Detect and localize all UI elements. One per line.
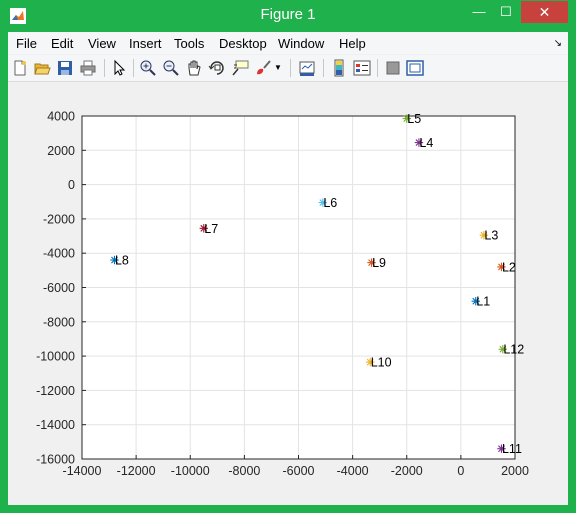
link-plot-icon[interactable] (298, 59, 316, 77)
save-icon[interactable] (56, 59, 74, 77)
y-tick-label: 4000 (47, 110, 75, 124)
figure-toolbar: ▼ (8, 55, 568, 82)
x-tick-label: 0 (457, 464, 464, 478)
hide-plot-tools-icon[interactable] (384, 59, 402, 77)
point-label-l7: L7 (204, 222, 218, 236)
x-tick-label: -2000 (391, 464, 423, 478)
point-label-l3: L3 (484, 229, 498, 243)
brush-dropdown-icon[interactable]: ▼ (274, 59, 284, 77)
pointer-icon[interactable] (110, 59, 128, 77)
close-button[interactable]: ✕ (521, 1, 568, 23)
x-tick-label: -6000 (283, 464, 315, 478)
brush-icon[interactable] (254, 59, 272, 77)
y-tick-label: 2000 (47, 144, 75, 158)
point-label-l9: L9 (372, 256, 386, 270)
minimize-button[interactable]: — (466, 1, 492, 23)
x-tick-label: -8000 (228, 464, 260, 478)
print-icon[interactable] (79, 59, 97, 77)
menu-file[interactable]: File (16, 36, 37, 51)
scatter-plot[interactable]: -14000 -12000 -10000 -8000 -6000 -4000 -2000 0 2… (8, 82, 568, 505)
menu-help[interactable]: Help (339, 36, 366, 51)
figure-client-area: File Edit View Insert Tools Desktop Wind… (8, 32, 568, 505)
dock-arrow-icon[interactable]: ↘ (554, 38, 562, 49)
point-label-l1: L1 (476, 295, 490, 309)
maximize-button[interactable]: ☐ (493, 1, 519, 23)
legend-icon[interactable] (353, 59, 371, 77)
open-file-icon[interactable] (33, 59, 51, 77)
data-cursor-icon[interactable] (231, 59, 249, 77)
title-bar[interactable]: Figure 1 — ☐ ✕ (0, 0, 576, 32)
y-tick-label: -12000 (36, 384, 75, 398)
toolbar-separator (290, 59, 291, 77)
y-tick-label: 0 (68, 178, 75, 192)
y-tick-label: -8000 (43, 315, 75, 329)
y-tick-label: -6000 (43, 281, 75, 295)
y-tick-label: -14000 (36, 418, 75, 432)
x-tick-label: -10000 (171, 464, 210, 478)
menu-desktop[interactable]: Desktop (219, 36, 267, 51)
rotate-3d-icon[interactable] (208, 59, 226, 77)
point-label-l6: L6 (323, 196, 337, 210)
x-tick-label: -12000 (117, 464, 156, 478)
y-axis: 4000 2000 0 -2000 -4000 -6000 -8000 -10000 -1200… (36, 110, 86, 467)
menu-tools[interactable]: Tools (174, 36, 204, 51)
colorbar-icon[interactable] (330, 59, 348, 77)
menu-insert[interactable]: Insert (129, 36, 162, 51)
zoom-out-icon[interactable] (162, 59, 180, 77)
menu-bar: File Edit View Insert Tools Desktop Wind… (8, 32, 568, 54)
menu-view[interactable]: View (88, 36, 116, 51)
y-tick-label: -4000 (43, 247, 75, 261)
new-figure-icon[interactable] (11, 59, 29, 77)
toolbar-separator (104, 59, 105, 77)
pan-icon[interactable] (185, 59, 203, 77)
point-label-l11: L11 (502, 442, 522, 456)
point-label-l12: L12 (503, 343, 524, 357)
y-tick-label: -2000 (43, 212, 75, 226)
menu-edit[interactable]: Edit (51, 36, 73, 51)
point-label-l8: L8 (115, 254, 129, 268)
show-plot-tools-icon[interactable] (406, 59, 424, 77)
toolbar-separator (377, 59, 378, 77)
point-label-l5: L5 (407, 112, 421, 126)
y-tick-label: -10000 (36, 350, 75, 364)
point-label-l10: L10 (371, 356, 392, 370)
point-label-l4: L4 (419, 136, 433, 150)
x-tick-label: -4000 (337, 464, 369, 478)
x-tick-label: 2000 (501, 464, 529, 478)
point-label-l2: L2 (502, 260, 516, 274)
zoom-in-icon[interactable] (139, 59, 157, 77)
toolbar-separator (133, 59, 134, 77)
toolbar-separator (323, 59, 324, 77)
y-tick-label: -16000 (36, 453, 75, 467)
figure-window: Figure 1 — ☐ ✕ File Edit View Insert Too… (0, 0, 576, 513)
figure-canvas[interactable]: -14000 -12000 -10000 -8000 -6000 -4000 -2000 0 2… (8, 82, 568, 505)
menu-window[interactable]: Window (278, 36, 324, 51)
